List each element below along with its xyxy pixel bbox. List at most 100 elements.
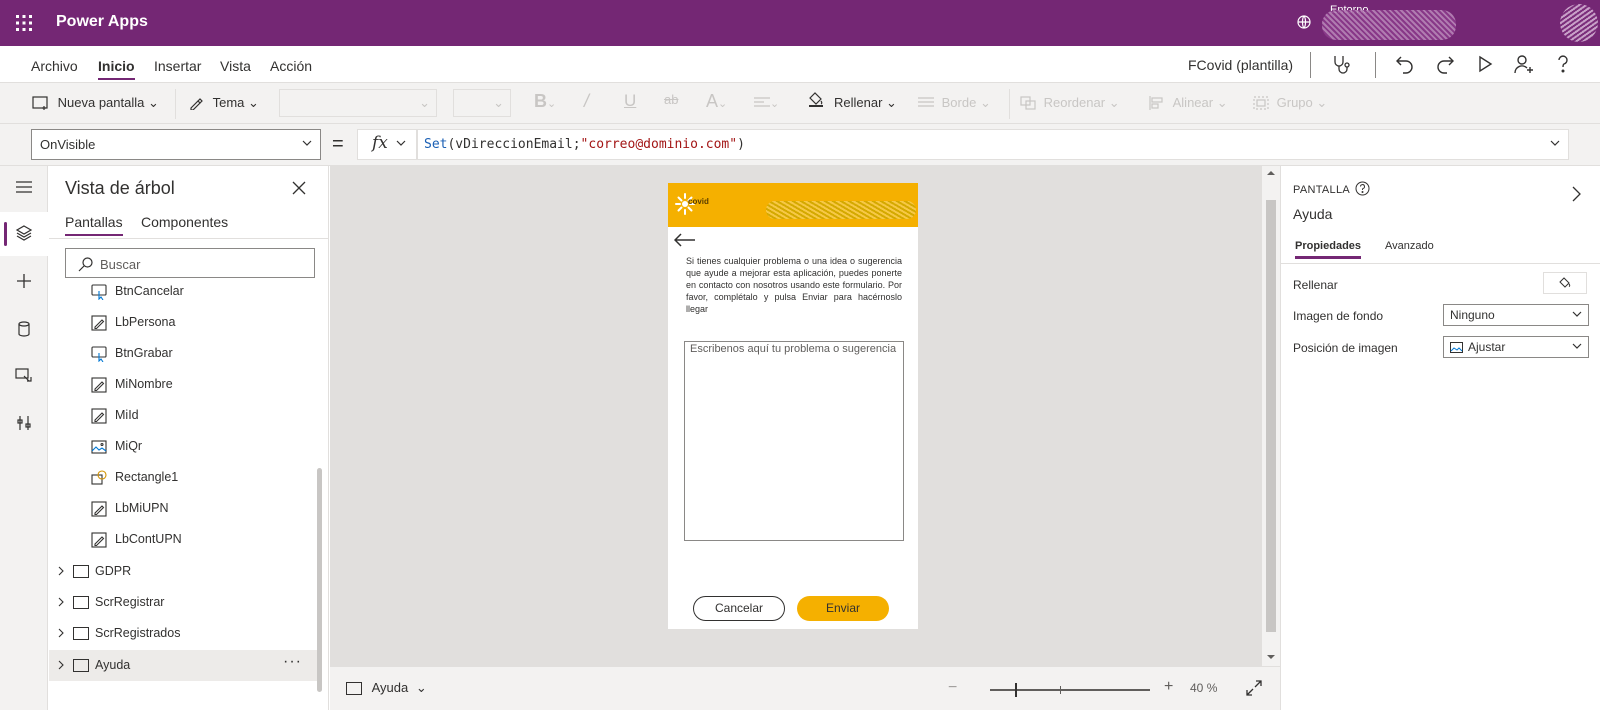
- divider: [49, 238, 328, 239]
- divider: [1009, 89, 1010, 119]
- tree-scrollbar[interactable]: [317, 468, 322, 692]
- user-avatar[interactable]: [1560, 4, 1598, 42]
- image-position-dropdown[interactable]: Ajustar: [1443, 336, 1589, 358]
- tab-propiedades[interactable]: Propiedades: [1295, 240, 1362, 259]
- app-launcher-icon[interactable]: [14, 13, 34, 33]
- tree-node[interactable]: MiNombre: [49, 369, 319, 400]
- help-icon[interactable]: [1552, 53, 1574, 75]
- bg-image-value: Ninguno: [1450, 308, 1495, 322]
- feedback-textarea[interactable]: [684, 341, 904, 541]
- advanced-tools-icon[interactable]: [0, 402, 48, 446]
- tab-inicio[interactable]: Inicio: [98, 58, 135, 80]
- chevron-right-icon[interactable]: [57, 566, 65, 576]
- media-icon[interactable]: [0, 354, 48, 398]
- canvas-vertical-scrollbar[interactable]: [1262, 166, 1280, 666]
- back-arrow-icon[interactable]: [674, 233, 696, 247]
- zoom-in-button[interactable]: +: [1164, 678, 1173, 696]
- tab-archivo[interactable]: Archivo: [31, 58, 78, 74]
- app-checker-icon[interactable]: [1330, 53, 1352, 75]
- tab-insertar[interactable]: Insertar: [154, 58, 201, 74]
- scroll-up-icon[interactable]: [1266, 170, 1276, 176]
- expand-formula-icon[interactable]: [1550, 140, 1560, 146]
- tree-view-icon[interactable]: [0, 212, 48, 256]
- text-align-icon[interactable]: ⌄: [754, 95, 779, 110]
- zoom-slider-thumb[interactable]: [1015, 683, 1018, 697]
- group-button[interactable]: Grupo ⌄: [1253, 95, 1327, 111]
- environment-icon[interactable]: [1296, 14, 1312, 30]
- screen-selector-label: Ayuda: [371, 680, 409, 695]
- fullscreen-icon[interactable]: [1246, 680, 1262, 696]
- brand-title[interactable]: Power Apps: [56, 13, 148, 31]
- new-screen-button[interactable]: Nueva pantalla ⌄: [32, 95, 159, 111]
- tree-screen[interactable]: ScrRegistrados: [49, 618, 319, 649]
- tree-node[interactable]: BtnGrabar: [49, 338, 319, 369]
- align-button[interactable]: Alinear ⌄: [1149, 95, 1228, 111]
- cancel-button[interactable]: Cancelar: [693, 596, 785, 621]
- tree-screen-selected[interactable]: Ayuda ···: [49, 650, 319, 681]
- fx-button[interactable]: fx: [357, 129, 417, 160]
- screen-selector[interactable]: Ayuda ⌄: [346, 680, 427, 696]
- strikethrough-icon[interactable]: ab: [664, 92, 678, 107]
- italic-icon[interactable]: /: [584, 91, 589, 112]
- reorder-button[interactable]: Reordenar ⌄: [1020, 95, 1120, 111]
- fill-button[interactable]: [807, 90, 825, 109]
- data-icon[interactable]: [0, 308, 48, 352]
- property-dropdown[interactable]: OnVisible: [31, 129, 321, 160]
- tree-node-label: BtnCancelar: [115, 284, 184, 298]
- tree-screen[interactable]: ScrRegistrar: [49, 587, 319, 618]
- redo-icon[interactable]: [1434, 53, 1456, 75]
- undo-icon[interactable]: [1394, 53, 1416, 75]
- theme-label: Tema: [212, 95, 245, 110]
- feedback-input[interactable]: [685, 342, 903, 540]
- zoom-out-button[interactable]: −: [948, 679, 957, 697]
- underline-icon[interactable]: U: [624, 91, 636, 111]
- left-rail: [0, 166, 48, 710]
- tree-node[interactable]: LbPersona: [49, 307, 319, 338]
- tree-search[interactable]: [65, 248, 315, 278]
- tree-node[interactable]: MiId: [49, 400, 319, 431]
- share-user-icon[interactable]: [1512, 53, 1534, 75]
- bold-icon[interactable]: B⌄: [534, 91, 556, 112]
- tab-componentes[interactable]: Componentes: [141, 214, 228, 230]
- label-icon: [91, 408, 107, 424]
- chevron-right-icon[interactable]: [1571, 186, 1581, 202]
- object-name[interactable]: Ayuda: [1293, 206, 1332, 222]
- design-canvas[interactable]: covid Si tienes cualquier problema o una…: [330, 166, 1268, 666]
- tree-node[interactable]: Rectangle1: [49, 462, 319, 493]
- send-button[interactable]: Enviar: [797, 596, 889, 621]
- chevron-right-icon[interactable]: [57, 628, 65, 638]
- chevron-right-icon[interactable]: [57, 597, 65, 607]
- tab-vista[interactable]: Vista: [220, 58, 251, 74]
- tree-node[interactable]: MiQr: [49, 431, 319, 462]
- fill-color-picker[interactable]: [1543, 272, 1587, 294]
- font-color-icon[interactable]: A⌄: [706, 91, 727, 112]
- chevron-right-icon[interactable]: [57, 660, 65, 670]
- tree-node[interactable]: LbMiUPN: [49, 493, 319, 524]
- font-size-dropdown[interactable]: ⌄: [453, 89, 511, 117]
- app-screen-preview[interactable]: covid Si tienes cualquier problema o una…: [668, 183, 918, 629]
- formula-input[interactable]: Set(vDireccionEmail;"correo@dominio.com"…: [417, 129, 1569, 160]
- insert-plus-icon[interactable]: [0, 260, 48, 304]
- more-options-icon[interactable]: ···: [283, 653, 302, 671]
- search-input[interactable]: [100, 254, 300, 274]
- hamburger-icon[interactable]: [0, 166, 48, 210]
- tab-avanzado[interactable]: Avanzado: [1385, 240, 1434, 252]
- help-circle-icon[interactable]: [1355, 181, 1370, 196]
- scrollbar-thumb[interactable]: [1266, 200, 1276, 632]
- theme-button[interactable]: Tema ⌄: [189, 95, 259, 111]
- zoom-slider[interactable]: [990, 683, 1150, 697]
- close-icon[interactable]: [292, 181, 306, 195]
- tab-accion[interactable]: Acción: [270, 58, 312, 74]
- preview-play-icon[interactable]: [1474, 53, 1496, 75]
- tree-node[interactable]: BtnCancelar: [49, 276, 319, 307]
- border-button[interactable]: Borde ⌄: [918, 95, 991, 111]
- tree-node[interactable]: LbContUPN: [49, 524, 319, 555]
- environment-name-redacted[interactable]: [1322, 10, 1456, 40]
- font-family-dropdown[interactable]: ⌄: [279, 89, 437, 117]
- scroll-down-icon[interactable]: [1266, 654, 1276, 660]
- fill-label-button[interactable]: Rellenar ⌄: [834, 95, 897, 111]
- tab-pantallas[interactable]: Pantallas: [65, 214, 123, 236]
- tree-screen[interactable]: GDPR: [49, 556, 319, 587]
- bg-image-dropdown[interactable]: Ninguno: [1443, 304, 1589, 326]
- chevron-down-icon: ⌄: [1108, 95, 1120, 110]
